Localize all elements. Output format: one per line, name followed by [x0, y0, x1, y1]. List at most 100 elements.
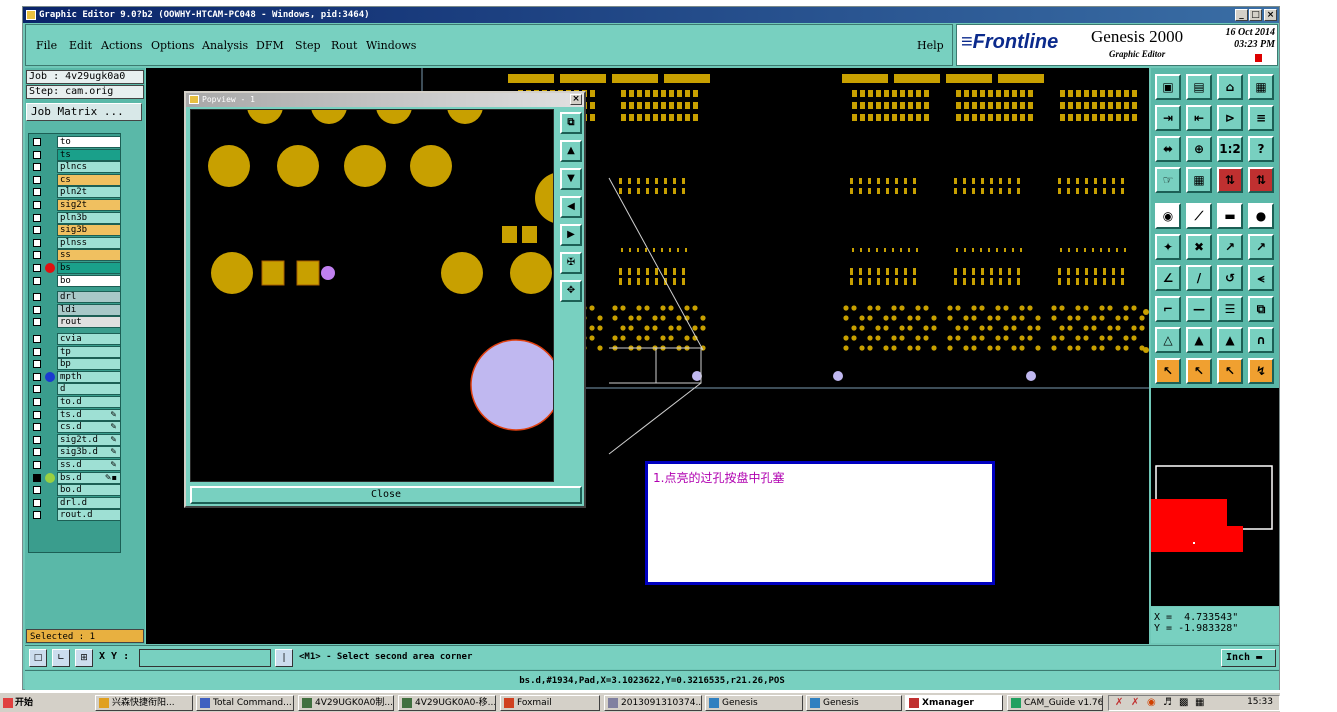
layer-affected-indicator[interactable] [45, 371, 55, 382]
popview-title-bar[interactable]: Popview - 1 × [186, 93, 584, 107]
popview-pan-right-icon[interactable]: ▶ [560, 224, 582, 246]
taskbar-item-foxmail[interactable]: Foxmail [500, 695, 600, 711]
layer-row-ts-d[interactable]: ts.d ✎ [30, 408, 121, 421]
layer-checkbox[interactable] [33, 335, 41, 343]
split-icon[interactable]: ⇅ [1217, 167, 1243, 193]
layer-name[interactable]: ldi [57, 303, 121, 316]
slash-icon[interactable]: / [1186, 265, 1212, 291]
popview-close-icon[interactable]: × [570, 94, 582, 105]
layer-checkbox[interactable] [33, 461, 41, 469]
layer-row-tp[interactable]: tp [30, 345, 121, 358]
layer-row-bo[interactable]: bo [30, 274, 121, 287]
layer-name[interactable]: to.d [57, 396, 121, 408]
mirror-icon[interactable]: ≡ [1248, 105, 1274, 131]
layer-name[interactable]: pln3b [57, 211, 121, 224]
connect-icon[interactable]: ↗ [1217, 234, 1243, 260]
title-bar[interactable]: Graphic Editor 9.0?b2 (OOWHY-HTCAM-PC048… [23, 7, 1279, 23]
popview-close-button[interactable]: Close [190, 486, 582, 504]
pad-icon[interactable]: ◉ [1155, 203, 1181, 229]
layer-row-pln2t[interactable]: pln2t [30, 186, 121, 199]
layer-name[interactable]: ss [57, 249, 121, 262]
tray-fox-icon[interactable]: ◉ [1147, 697, 1156, 708]
units-select[interactable]: Inch ▬ [1221, 649, 1276, 667]
cross-icon[interactable]: ✖ [1186, 234, 1212, 260]
layer-checkbox[interactable] [33, 435, 41, 444]
xy-input[interactable] [139, 649, 271, 667]
taskbar-item-shortcut[interactable]: 兴森快捷衔阳... [95, 695, 193, 711]
minimize-button[interactable]: _ [1235, 9, 1248, 21]
menu-actions[interactable]: Actions [101, 39, 142, 52]
layer-row-cs-d[interactable]: cs.d ✎ [30, 421, 121, 434]
taskbar-item-job-doc[interactable]: 4V29UGK0A0制... [298, 695, 394, 711]
layer-name[interactable]: d [57, 383, 121, 396]
tray-xmanager-icon[interactable]: ✗ [1131, 697, 1139, 708]
taskbar-item-job-doc-alt[interactable]: 4V29UGK0A0-移... [398, 695, 496, 711]
tray-usb-icon[interactable]: ▦ [1195, 697, 1204, 708]
overview-map[interactable] [1151, 388, 1279, 606]
menu-windows[interactable]: Windows [366, 39, 416, 52]
layer-row-pln3b[interactable]: pln3b [30, 211, 121, 224]
select-icon[interactable]: ↖ [1186, 358, 1212, 384]
start-button[interactable]: 开始 [1, 695, 41, 711]
zoom-area-icon[interactable]: □ [29, 649, 47, 667]
layer-checkbox[interactable] [33, 226, 41, 235]
layer-name[interactable]: cs.d ✎ [57, 421, 121, 434]
layer-affected-indicator[interactable] [45, 263, 55, 273]
layer-checkbox[interactable] [33, 511, 41, 520]
layer-checkbox[interactable] [33, 188, 41, 197]
layer-row-ldi[interactable]: ldi [30, 303, 121, 316]
layer-checkbox[interactable] [33, 264, 41, 272]
import-icon[interactable]: ⇥ [1155, 105, 1181, 131]
menu-step[interactable]: Step [295, 39, 321, 52]
frame-icon[interactable]: ▦ [1248, 74, 1274, 100]
layer-name[interactable]: to [57, 136, 121, 148]
bracket-icon[interactable]: ⊳ [1217, 105, 1243, 131]
layer-name[interactable]: tp [57, 345, 121, 358]
tray-app-icon[interactable]: ✗ [1115, 697, 1123, 708]
circle-icon[interactable]: ● [1248, 203, 1274, 229]
layer-name[interactable]: rout [57, 316, 121, 329]
layer-name[interactable]: bo.d [57, 484, 121, 497]
merge-icon[interactable]: ⧉ [1248, 296, 1274, 322]
snap-icon[interactable]: ↗ [1248, 234, 1274, 260]
layer-name[interactable]: drl.d [57, 496, 121, 509]
measure-icon[interactable]: ⌐ [1155, 296, 1181, 322]
grid-icon[interactable]: ⊞ [75, 649, 93, 667]
layer-checkbox[interactable] [33, 486, 41, 495]
layer-name[interactable]: cs [57, 173, 121, 186]
fit-icon[interactable]: ⬌ [1155, 136, 1181, 162]
layer-checkbox[interactable] [33, 347, 41, 356]
layer-name[interactable]: bs [57, 262, 121, 274]
route-icon[interactable]: ↯ [1248, 358, 1274, 384]
layer-name[interactable]: rout.d [57, 509, 121, 522]
layer-checkbox[interactable] [33, 385, 41, 394]
pointer-icon[interactable]: ↖ [1155, 358, 1181, 384]
layer-checkbox[interactable] [33, 150, 41, 159]
snap-icon[interactable]: ∟ [52, 649, 70, 667]
layer-checkbox[interactable] [33, 138, 41, 146]
layer-row-bo-d[interactable]: bo.d [30, 484, 121, 497]
layer-checkbox[interactable] [33, 251, 41, 260]
step-icon[interactable]: ⪪ [1248, 265, 1274, 291]
taskbar-item-file[interactable]: 2013091310374... [604, 695, 702, 711]
help-icon[interactable]: ? [1248, 136, 1274, 162]
layer-name[interactable]: pln2t [57, 186, 121, 199]
layer-row-bs-d[interactable]: bs.d ✎▪ [30, 471, 121, 484]
grid-icon[interactable]: ▦ [1186, 167, 1212, 193]
layer-row-bp[interactable]: bp [30, 358, 121, 371]
menu-dfm[interactable]: DFM [256, 39, 284, 52]
layer-row-d[interactable]: d [30, 383, 121, 396]
layer-row-to-d[interactable]: to.d [30, 396, 121, 408]
gauge-icon[interactable]: ☰ [1217, 296, 1243, 322]
tray-volume-icon[interactable]: ♬ [1163, 697, 1172, 708]
layer-name[interactable]: plnss [57, 236, 121, 249]
layer-checkbox[interactable] [33, 293, 41, 302]
layer-name[interactable]: bs.d ✎▪ [57, 471, 121, 484]
layer-checkbox[interactable] [33, 305, 41, 314]
close-window-button[interactable]: × [1264, 9, 1277, 21]
layer-checkbox[interactable] [33, 360, 41, 369]
cursor-toggle-icon[interactable]: | [275, 649, 293, 667]
split-alt-icon[interactable]: ⇅ [1248, 167, 1274, 193]
layer-name[interactable]: sig2t [57, 199, 121, 211]
popview-fit-icon[interactable]: ✠ [560, 252, 582, 274]
